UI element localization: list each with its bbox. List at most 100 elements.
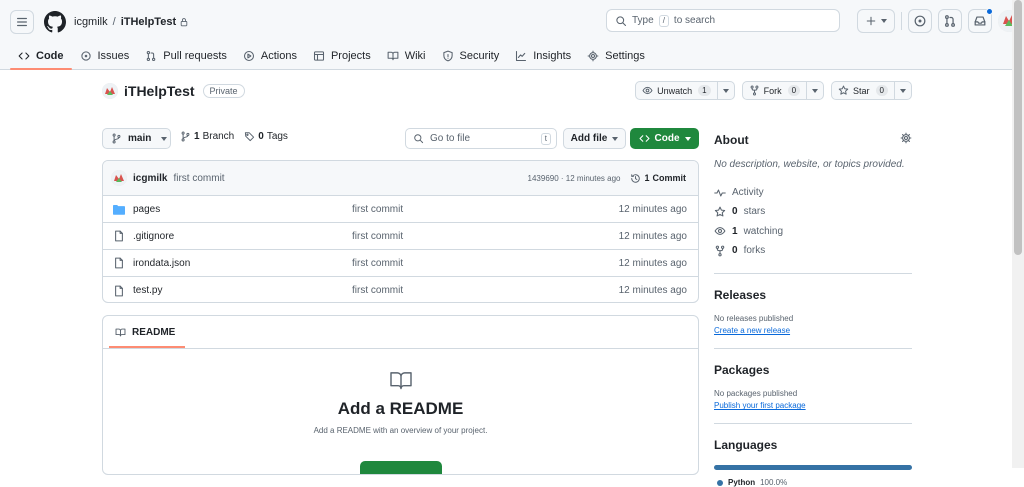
commit-message[interactable]: first commit xyxy=(173,173,224,184)
file-icon xyxy=(115,257,123,269)
commit-author[interactable]: icgmilk xyxy=(133,173,167,184)
releases-section: Releases No releases published Create a … xyxy=(714,273,912,335)
branches-link[interactable]: 1 Branch xyxy=(180,131,234,142)
menu-button[interactable] xyxy=(10,10,34,34)
fork-button[interactable]: Fork 0 xyxy=(741,81,825,100)
tab-issues[interactable]: Issues xyxy=(72,42,138,70)
releases-title[interactable]: Releases xyxy=(714,288,912,302)
file-commit-message[interactable]: first commit xyxy=(352,231,403,242)
forks-link[interactable]: 0 forks xyxy=(714,241,912,260)
inbox-icon xyxy=(974,16,986,26)
tab-security[interactable]: Security xyxy=(434,42,508,70)
create-release-link[interactable]: Create a new release xyxy=(714,326,912,335)
commits-history-link[interactable]: 1 Commit xyxy=(630,173,686,184)
stars-label: stars xyxy=(743,206,766,218)
tab-label: Wiki xyxy=(404,50,426,62)
file-commit-message[interactable]: first commit xyxy=(352,258,403,269)
branches-label: Branch xyxy=(202,131,235,142)
star-dropdown[interactable] xyxy=(894,82,911,99)
commit-author-avatar[interactable] xyxy=(111,170,127,186)
book-icon xyxy=(115,328,126,336)
page-scrollbar[interactable] xyxy=(1012,0,1024,468)
packages-title[interactable]: Packages xyxy=(714,363,912,377)
header-actions xyxy=(857,8,1020,33)
book-icon xyxy=(387,51,399,61)
language-name: Python xyxy=(728,478,756,487)
eye-icon xyxy=(714,227,726,236)
notification-dot xyxy=(986,8,993,15)
tab-label: Pull requests xyxy=(163,50,227,62)
go-to-file-shortcut: t xyxy=(540,133,551,145)
github-logo-icon[interactable] xyxy=(44,11,66,33)
add-file-label: Add file xyxy=(570,133,608,144)
unwatch-button[interactable]: Unwatch 1 xyxy=(635,81,735,100)
readme-tab[interactable]: README xyxy=(108,316,186,348)
file-commit-message[interactable]: first commit xyxy=(352,285,403,296)
breadcrumb-repo[interactable]: iTHelpTest xyxy=(121,16,176,28)
top-bar: icgmilk / iTHelpTest Type / to search xyxy=(10,8,1020,35)
fork-label: Fork xyxy=(763,85,782,96)
file-icon xyxy=(115,285,123,296)
file-row[interactable]: .gitignore first commit 12 minutes ago xyxy=(103,223,698,250)
caret-down-icon xyxy=(881,19,887,23)
plus-icon xyxy=(866,16,876,26)
tab-code[interactable]: Code xyxy=(10,42,72,70)
code-button[interactable]: Code xyxy=(630,128,699,149)
caret-down-icon xyxy=(612,136,619,141)
go-to-file-input[interactable]: Go to file t xyxy=(405,128,557,149)
repo-title[interactable]: iTHelpTest xyxy=(124,83,195,99)
scrollbar-thumb[interactable] xyxy=(1014,0,1022,255)
issue-icon xyxy=(914,15,926,27)
tab-insights[interactable]: Insights xyxy=(507,42,579,70)
file-row[interactable]: test.py first commit 12 minutes ago xyxy=(103,277,698,302)
readme-panel: README Add a README Add a README with an… xyxy=(102,315,699,475)
file-table: icgmilk first commit 1439690 · 12 minute… xyxy=(102,160,699,303)
inbox-button[interactable] xyxy=(968,8,993,33)
packages-empty-text: No packages published xyxy=(714,389,798,399)
repo-owner-avatar[interactable] xyxy=(102,83,118,99)
star-button[interactable]: Star 0 xyxy=(831,81,912,100)
create-new-button[interactable] xyxy=(857,9,895,33)
tab-projects[interactable]: Projects xyxy=(305,42,379,70)
file-name[interactable]: test.py xyxy=(133,285,162,296)
readme-empty-title: Add a README xyxy=(337,399,464,418)
unwatch-dropdown[interactable] xyxy=(716,82,734,99)
file-commit-time: 12 minutes ago xyxy=(618,257,687,269)
repo-sidebar: About No description, website, or topics… xyxy=(714,130,912,487)
global-search-input[interactable]: Type / to search xyxy=(606,9,840,32)
stars-link[interactable]: 0 stars xyxy=(714,202,912,221)
gear-icon[interactable] xyxy=(900,132,912,144)
tab-settings[interactable]: Settings xyxy=(579,42,653,70)
watching-link[interactable]: 1 watching xyxy=(714,222,912,241)
commit-hash-time[interactable]: 1439690 · 12 minutes ago xyxy=(528,174,621,183)
activity-link[interactable]: Activity xyxy=(714,183,912,202)
star-count: 0 xyxy=(875,85,888,96)
table-icon xyxy=(313,51,324,61)
tab-pull-requests[interactable]: Pull requests xyxy=(137,42,235,70)
unwatch-label: Unwatch xyxy=(657,85,693,96)
file-name[interactable]: irondata.json xyxy=(133,258,190,269)
language-item[interactable]: Python 100.0% xyxy=(717,478,912,487)
breadcrumb-owner[interactable]: icgmilk xyxy=(74,16,108,28)
watching-count: 1 xyxy=(732,225,738,237)
issues-button[interactable] xyxy=(908,9,932,33)
search-placeholder-end: to search xyxy=(673,15,716,26)
file-commit-message[interactable]: first commit xyxy=(352,204,403,215)
file-name[interactable]: pages xyxy=(133,204,160,215)
branch-select[interactable]: main xyxy=(102,128,171,149)
tab-wiki[interactable]: Wiki xyxy=(379,42,434,70)
language-color-dot xyxy=(717,479,723,486)
tab-actions[interactable]: Actions xyxy=(235,42,305,70)
file-row[interactable]: pages first commit 12 minutes ago xyxy=(103,196,698,223)
pull-requests-button[interactable] xyxy=(938,9,962,33)
fork-dropdown[interactable] xyxy=(806,82,823,99)
file-row[interactable]: irondata.json first commit 12 minutes ago xyxy=(103,250,698,277)
file-name[interactable]: .gitignore xyxy=(133,231,174,242)
tags-link[interactable]: 0 Tags xyxy=(244,131,288,142)
forks-count: 0 xyxy=(732,245,738,257)
add-file-button[interactable]: Add file xyxy=(563,128,626,149)
add-readme-button[interactable] xyxy=(360,461,442,474)
commits-label: Commit xyxy=(652,173,687,183)
publish-package-link[interactable]: Publish your first package xyxy=(714,401,912,410)
tags-label: Tags xyxy=(266,131,288,142)
